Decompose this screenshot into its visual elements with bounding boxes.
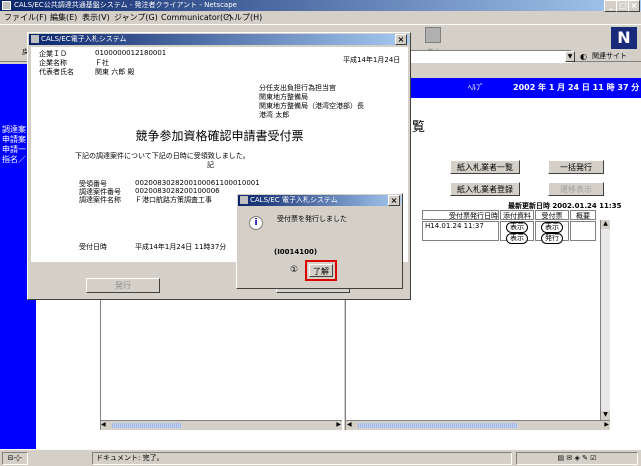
browser-title-bar: CALS/EC公共調達共通基盤システム - 発注者クライアント - Netsca… — [0, 0, 641, 12]
representative-label: 代表者氏名 — [39, 68, 74, 76]
dialog-code: (I0014100) — [274, 248, 318, 256]
scroll-up-arrow[interactable]: ▲ — [601, 220, 610, 229]
scroll-left-arrow[interactable]: ◀ — [347, 421, 352, 428]
hscroll-track[interactable] — [112, 423, 182, 428]
results-table: 受付票発行日時 添付資料 受付票 概要 H14.01.24 11:37 表示 表… — [422, 210, 612, 246]
right-frame-hscrollbar[interactable]: ◀ ▶ — [346, 420, 610, 430]
bidder-register-button[interactable]: 紙入札業者登録 — [450, 182, 520, 196]
table-cell: 表示 表示 — [500, 221, 534, 244]
left-frame-hscrollbar[interactable]: ◀ ▶ — [100, 420, 342, 430]
field-value: 0020083028200100061100010001 — [135, 179, 260, 187]
menu-file[interactable]: ファイル(F) — [4, 11, 47, 24]
scroll-left-arrow[interactable]: ◀ — [101, 421, 106, 428]
help-link[interactable]: ﾍﾙﾌﾟ — [468, 82, 484, 93]
scroll-down-arrow[interactable]: ▼ — [601, 411, 610, 420]
scroll-right-arrow[interactable]: ▶ — [604, 421, 609, 428]
hscroll-track[interactable] — [358, 423, 518, 428]
receipt-window-title: CALS/EC電子入札システム — [41, 35, 127, 43]
issuer-line: 港湾 太郎 — [259, 111, 290, 119]
receipt-heading: 競争参加資格確認申請書受付票 — [135, 129, 304, 143]
company-id-value: 0100000012180001 — [95, 49, 167, 57]
dialog-close-button[interactable]: × — [388, 195, 400, 206]
header-datetime: 2002 年 1 月 24 日 11 時 37 分 — [513, 83, 640, 92]
location-input[interactable] — [404, 50, 572, 63]
menu-communicator[interactable]: Communicator(C) — [161, 11, 232, 24]
location-dropdown[interactable]: ▼ — [565, 51, 575, 62]
transition-view-button[interactable]: 遷移表示 — [548, 182, 604, 196]
receipt-view-link[interactable]: 表示 — [541, 222, 563, 233]
batch-issue-button[interactable]: 一括発行 — [548, 160, 604, 174]
security-indicator[interactable]: ⊟-◊- — [2, 452, 28, 465]
column-header: 概要 — [570, 210, 596, 220]
stop-icon[interactable] — [425, 27, 441, 43]
field-label: 調達案件名称 — [79, 196, 121, 204]
received-label: 受付日時 — [79, 243, 107, 251]
attachment-view-link[interactable]: 表示 — [506, 222, 528, 233]
component-bar[interactable]: ▤ ✉ ◈ ✎ ☑ — [516, 452, 638, 465]
field-value: Ｆ港口航路方策調査工事 — [135, 196, 212, 204]
list-page-title: 覧 — [412, 120, 426, 135]
menu-go[interactable]: ジャンプ(G) — [114, 11, 158, 24]
left-nav-item[interactable]: 指名／ — [2, 154, 26, 165]
received-value: 平成14年1月24日 11時37分 — [135, 243, 227, 251]
receipt-issue-link[interactable]: 発行 — [541, 233, 563, 244]
field-value: 0020083028200100006 — [135, 187, 220, 195]
ok-button-highlight: 了解 — [305, 260, 337, 281]
column-header: 受付票 — [535, 210, 569, 220]
right-frame-scrollbar[interactable]: ▲ ▼ — [600, 220, 610, 420]
related-sites-label[interactable]: 関連サイト — [592, 51, 627, 61]
info-icon: i — [249, 216, 263, 230]
menu-help[interactable]: ヘルプ(H) — [226, 11, 262, 24]
table-cell: H14.01.24 11:37 — [422, 221, 499, 241]
representative-value: 関東 六郎 殿 — [95, 68, 135, 76]
dialog-info-circle-icon: ① — [290, 265, 299, 275]
dialog-titlebar: CALS/EC 電子入札システム × — [238, 195, 401, 206]
receipt-window-titlebar: CALS/EC電子入札システム × — [29, 34, 409, 45]
browser-title: CALS/EC公共調達共通基盤システム - 発注者クライアント - Netsca… — [14, 1, 237, 9]
column-header: 受付票発行日時 — [422, 210, 499, 220]
status-bar: ⊟-◊- ドキュメント: 完了。 ▤ ✉ ◈ ✎ ☑ — [0, 449, 641, 466]
confirmation-dialog: CALS/EC 電子入札システム × i 受付票を発行しました (I001410… — [236, 193, 403, 289]
bidder-list-button[interactable]: 紙入札業者一覧 — [450, 160, 520, 174]
ki-text: 記 — [207, 161, 214, 169]
netscape-logo: N — [611, 27, 637, 49]
window-icon — [31, 35, 39, 43]
dialog-message: 受付票を発行しました — [277, 215, 347, 223]
dialog-window-icon — [240, 196, 248, 204]
table-cell: 表示 発行 — [535, 221, 569, 244]
status-text: ドキュメント: 完了。 — [92, 452, 512, 465]
column-header: 添付資料 — [500, 210, 534, 220]
receipt-close-button[interactable]: × — [395, 34, 407, 45]
related-sites-icon[interactable]: ◐ — [580, 52, 587, 61]
ok-button[interactable]: 了解 — [309, 264, 333, 277]
menu-view[interactable]: 表示(V) — [82, 11, 110, 24]
menu-bar: ファイル(F) 編集(E) 表示(V) ジャンプ(G) Communicator… — [0, 11, 641, 24]
dialog-title: CALS/EC 電子入札システム — [250, 196, 338, 204]
table-cell — [570, 221, 596, 241]
intro-text: 下記の調達案件について下記の日時に受領致しました。 — [75, 152, 250, 160]
issue-button[interactable]: 発行 — [86, 278, 160, 293]
attachment-view-link[interactable]: 表示 — [506, 233, 528, 244]
date-text: 平成14年1月24日 — [343, 56, 401, 64]
menu-edit[interactable]: 編集(E) — [50, 11, 77, 24]
scroll-right-arrow[interactable]: ▶ — [336, 421, 341, 428]
app-icon — [2, 1, 11, 10]
